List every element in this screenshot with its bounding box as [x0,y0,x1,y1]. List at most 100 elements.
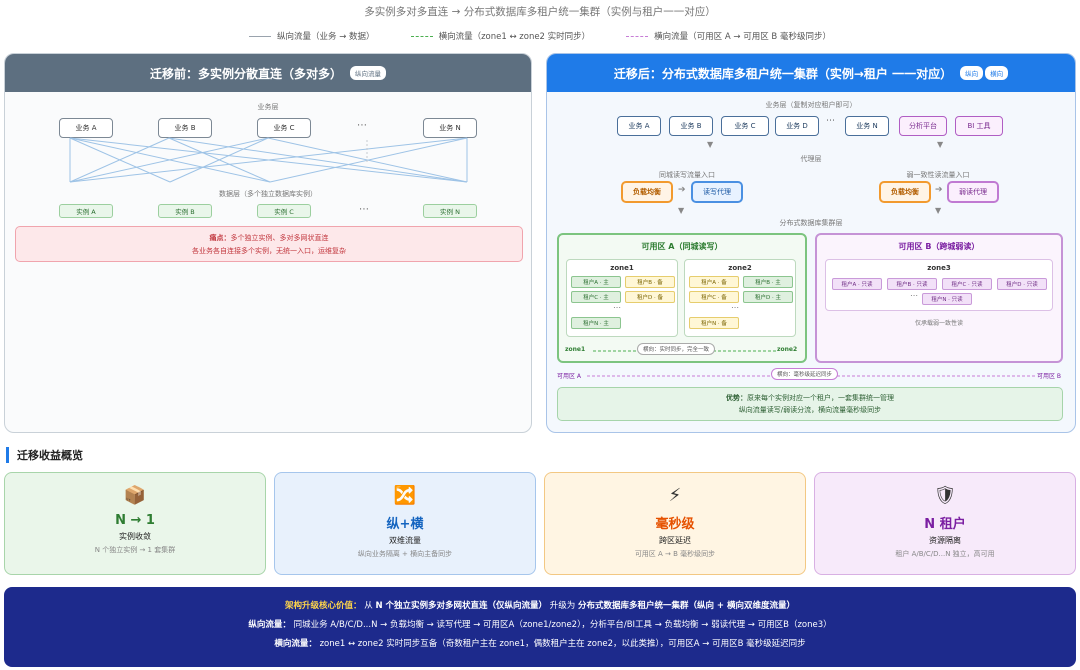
banner-text-2: 同城业务 A/B/C/D...N → 负载均衡 → 读写代理 → 可用区A（zo… [293,620,832,630]
after-panel: 迁移后：分布式数据库多租户统一集群（实例→租户 一一对应） 纵向 横向 业务层（… [546,53,1076,433]
card-big: 毫秒级 [655,517,695,532]
shuffle-icon: 🔀 [393,485,417,506]
tenant-a-readonly: 租户A · 只读 [832,278,882,290]
legend-line-purple [626,35,649,37]
tenant-a-primary: 租户A · 主 [571,276,621,288]
shield-icon: 🛡 [933,485,957,506]
card-mid: 跨区延迟 [659,536,691,545]
zone3-ellipsis: ⋯ [910,291,918,300]
card-sm: 纵向业务隔离 + 横向主备同步 [357,550,453,558]
pain-line-1: 痛点：多个独立实例、多对多网状直连 [16,232,522,245]
card-big: 纵+横 [386,517,424,532]
legend-vertical: 纵向流量（业务 → 数据） [249,30,375,42]
zone3-title: zone3 [927,264,951,272]
zone3-note: 仅承载弱一致性读 [914,320,963,327]
zone-b-title: 可用区 B（跨城弱读） [898,242,980,251]
legend-label: 纵向流量（业务 → 数据） [277,32,375,42]
sync-pill: 横向：实时同步，完全一致 [637,343,716,355]
instance-c: 实例 C [257,204,311,218]
data-layer-label: 数据层（多个独立数据库实例） [219,190,317,198]
card-sm: 租户 A/B/C/D...N 独立，高可用 [895,550,995,558]
zone-a-box: 可用区 A（同城读写） zone1 租户A · 主 租户B · 备 租户C · … [557,233,807,363]
pain-text-2: 各业务各自连接多个实例，无统一入口，运维复杂 [192,247,346,255]
lightning-icon: ⚡ [668,485,682,506]
card-latency: ⚡ 毫秒级 跨区延迟 可用区 A → B 毫秒级同步 [544,472,806,575]
legend-label: 横向流量（zone1 ↔ zone2 实时同步） [438,32,591,42]
tenant-n-standby: 租户N · 备 [689,317,739,329]
legend-line-solid [249,35,272,37]
after-biz-c: 业务 C [721,116,769,136]
card-big: N 租户 [924,517,966,532]
section-title: 迁移收益概览 [6,447,83,463]
arrow-down-icon: ▼ [937,140,944,149]
banner-line-2: 纵向流量： 同城业务 A/B/C/D...N → 负载均衡 → 读写代理 → 可… [4,616,1076,635]
banner-text: 升级为 [549,601,576,611]
zone1-link-label: zone1 [565,346,586,353]
arrow-down-icon: ▼ [935,206,942,215]
before-title: 迁移前：多实例分散直连（多对多） [149,66,342,81]
banner-text-bold: N 个独立实例多对多网状直连（仅纵向流量） [375,601,548,611]
core-value-banner: 架构升级核心价值： 从 N 个独立实例多对多网状直连（仅纵向流量） 升级为 分布… [4,587,1076,667]
tenant-b-readonly: 租户B · 只读 [887,278,937,290]
box-icon: 📦 [123,485,147,506]
legend-label: 横向流量（可用区 A → 可用区 B 毫秒级同步） [654,32,831,42]
banner-label-2: 纵向流量： [248,620,291,630]
tenant-d-primary: 租户D · 主 [743,291,793,303]
tenant-c-readonly: 租户C · 只读 [942,278,992,290]
legend-horizontal-zone: 横向流量（zone1 ↔ zone2 实时同步） [410,30,591,42]
rw-entry-label: 同城读写流量入口 [659,171,715,179]
banner-text: 从 [364,601,373,611]
weak-entry-label: 弱一致性读流量入口 [906,171,970,179]
adv-title: 优势： [726,394,747,402]
card-sm: N 个独立实例 → 1 套集群 [94,546,176,554]
zone2-title: zone2 [728,264,752,272]
arrow-right-icon: ➔ [935,185,943,195]
banner-label-3: 横向流量： [274,639,317,649]
pain-title: 痛点： [209,234,231,242]
bi-tool: BI 工具 [955,116,1003,136]
card-big: N → 1 [115,513,155,528]
page-title: 多实例多对多直连 → 分布式数据库多租户统一集群（实例与租户一一对应） [364,6,716,18]
analytics-platform: 分析平台 [899,116,947,136]
tenant-d-standby: 租户D · 备 [625,291,675,303]
tenant-n-readonly: 租户N · 只读 [922,293,972,305]
card-dual-traffic: 🔀 纵+横 双维流量 纵向业务隔离 + 横向主备同步 [274,472,536,575]
banner-label-1: 架构升级核心价值： [285,601,362,611]
az-a-link-label: 可用区 A [557,373,582,380]
load-balancer-left: 负载均衡 [621,181,673,203]
after-biz-ellipsis: ⋯ [826,116,835,126]
tenant-b-standby: 租户B · 备 [625,276,675,288]
legend-horizontal-az: 横向流量（可用区 A → 可用区 B 毫秒级同步） [626,30,831,42]
zone-a-title: 可用区 A（同城读写） [641,242,723,251]
zone1-title: zone1 [610,264,634,272]
zone2-box: zone2 租户A · 备 租户B · 主 租户C · 备 租户D · 主 ⋯ … [684,259,796,337]
adv-line-1: 优势：原来每个实例对应一个租户，一套集群统一管理 [558,392,1062,404]
before-panel: 迁移前：多实例分散直连（多对多） 纵向流量 业务层 业务 A 业务 B 业务 C… [4,53,532,433]
after-panel-header: 迁移后：分布式数据库多租户统一集群（实例→租户 一一对应） 纵向 横向 [547,54,1075,92]
pain-box: 痛点：多个独立实例、多对多网状直连 各业务各自连接多个实例，无统一入口，运维复杂 [15,226,523,262]
after-tag-horizontal: 横向 [985,66,1009,80]
cluster-layer-label: 分布式数据库集群层 [779,219,843,227]
before-body: 业务层 业务 A 业务 B 业务 C ⋯ 业务 N 数据层（多个独立数据库实例）… [5,92,531,432]
pain-text-1: 多个独立实例、多对多网状直连 [230,234,329,242]
card-mid: 资源隔离 [929,536,961,545]
tenant-c-primary: 租户C · 主 [571,291,621,303]
zone1-box: zone1 租户A · 主 租户B · 备 租户C · 主 租户D · 备 ⋯ … [566,259,678,337]
instance-ellipsis: ⋯ [359,204,369,215]
tenant-a-standby: 租户A · 备 [689,276,739,288]
after-biz-b: 业务 B [669,116,713,136]
legend: 纵向流量（业务 → 数据） 横向流量（zone1 ↔ zone2 实时同步） 横… [0,30,1080,42]
banner-text-bold: 分布式数据库多租户统一集群（纵向 + 横向双维度流量） [577,601,795,611]
card-instance-convergence: 📦 N → 1 实例收敛 N 个独立实例 → 1 套集群 [4,472,266,575]
advantage-box: 优势：原来每个实例对应一个租户，一套集群统一管理 纵向流量读写/弱读分流，横向流… [557,387,1063,421]
zone1-ellipsis: ⋯ [613,303,621,312]
rw-proxy: 读写代理 [691,181,743,203]
card-mid: 实例收敛 [119,532,151,541]
after-biz-d: 业务 D [775,116,819,136]
instance-a: 实例 A [59,204,113,218]
zone2-ellipsis: ⋯ [731,303,739,312]
instance-n: 实例 N [423,204,477,218]
card-isolation: 🛡 N 租户 资源隔离 租户 A/B/C/D...N 独立，高可用 [814,472,1076,575]
instance-b: 实例 B [158,204,212,218]
after-body: 业务层（复制对应租户即可） 业务 A 业务 B 业务 C 业务 D ⋯ 业务 N… [547,92,1075,432]
